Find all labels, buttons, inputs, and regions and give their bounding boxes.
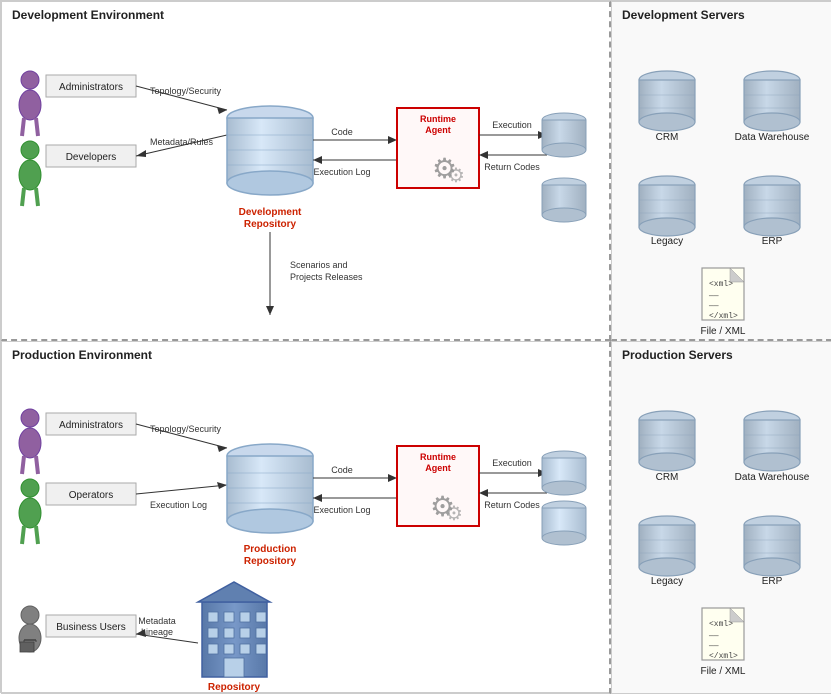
repo-explorer-label-1: Repository bbox=[208, 682, 261, 693]
topology-label: Topology/Security bbox=[150, 86, 222, 96]
prod-env-diagram: Administrators Operators Topology/Securi… bbox=[2, 360, 611, 694]
xml-tag1-prod: <xml> bbox=[709, 620, 733, 629]
prod-execlog-line bbox=[136, 485, 227, 494]
dev-env-diagram: Administrators Developers Topology/Secur… bbox=[2, 20, 611, 341]
briefcase bbox=[20, 642, 34, 652]
scenario-arrow-head bbox=[266, 306, 274, 315]
biz-user-head bbox=[21, 606, 39, 624]
dev-servers-quadrant: Development Servers CRM Data Wa bbox=[611, 1, 831, 341]
crm-label-prod: CRM bbox=[656, 472, 679, 483]
prod-admin-leg2 bbox=[36, 456, 38, 474]
exec-log-arrow-head bbox=[313, 156, 322, 164]
prod-gear-2-icon: ⚙ bbox=[445, 503, 463, 525]
dev-right-db2-bottom bbox=[542, 208, 586, 222]
legacy-label-prod: Legacy bbox=[651, 576, 683, 587]
prod-op-label: Operators bbox=[69, 490, 113, 501]
return-codes-label: Return Codes bbox=[484, 162, 540, 172]
topology-arrow-head bbox=[217, 107, 227, 114]
dev-env-title: Development Environment bbox=[2, 2, 609, 22]
runtime-label-2: Agent bbox=[425, 125, 451, 135]
erp-label-dev: ERP bbox=[762, 236, 783, 247]
metadata-lineage-label-1: Metadata bbox=[138, 616, 176, 626]
dev-repo-label-line1: Development bbox=[239, 207, 302, 218]
prod-op-head bbox=[21, 479, 39, 497]
prod-admin-body bbox=[19, 428, 41, 458]
admin-person-icon bbox=[19, 71, 41, 136]
dev-db-bottom-ellipse bbox=[227, 171, 313, 195]
prod-repo-label-1: Production bbox=[244, 544, 297, 555]
prod-execlog2-label: Execution Log bbox=[313, 505, 370, 515]
prod-execution-label: Execution bbox=[492, 458, 532, 468]
dw-label-dev: Data Warehouse bbox=[735, 132, 810, 143]
xml-tag2-prod: </xml> bbox=[709, 652, 738, 661]
prod-topology-label: Topology/Security bbox=[150, 424, 222, 434]
metadata-lineage-label-2: Lineage bbox=[141, 627, 173, 637]
gear-2-icon: ⚙ bbox=[447, 165, 465, 187]
prod-topology-head bbox=[217, 445, 227, 452]
dev-environment-quadrant: Development Environment bbox=[1, 1, 611, 341]
prod-env-title: Production Environment bbox=[2, 342, 609, 362]
xml-tag2-dev: </xml> bbox=[709, 312, 738, 321]
metadata-label: Metadata/Rules bbox=[150, 137, 214, 147]
xml-line2-dev: —— bbox=[708, 302, 719, 311]
dev-repo-label-line2: Repository bbox=[244, 219, 297, 230]
xml-tag1-dev: <xml> bbox=[709, 280, 733, 289]
dw-label-prod: Data Warehouse bbox=[735, 472, 810, 483]
prod-runtime-label-1: Runtime bbox=[420, 452, 456, 462]
code-label: Code bbox=[331, 127, 353, 137]
file-xml-label-dev: File / XML bbox=[700, 326, 745, 337]
code-arrow-head bbox=[388, 136, 397, 144]
scenario-label-1: Scenarios and bbox=[290, 260, 348, 270]
prod-admin-leg1 bbox=[22, 456, 24, 474]
prod-execlog-head bbox=[217, 482, 227, 489]
metadata-arrow-head bbox=[136, 150, 146, 157]
xml-line1-prod: —— bbox=[708, 632, 719, 641]
prod-op-body bbox=[19, 498, 41, 528]
erp-label-prod: ERP bbox=[762, 576, 783, 587]
prod-admin-head bbox=[21, 409, 39, 427]
legacy-label-dev: Legacy bbox=[651, 236, 683, 247]
xml-line1-dev: —— bbox=[708, 292, 719, 301]
prod-admin-label: Administrators bbox=[59, 420, 123, 431]
file-xml-label-prod: File / XML bbox=[700, 666, 745, 677]
prod-return-head bbox=[479, 489, 488, 497]
execution-label: Execution bbox=[492, 120, 532, 130]
runtime-label-1: Runtime bbox=[420, 114, 456, 124]
biz-users-label: Business Users bbox=[56, 622, 125, 633]
dev-servers-title: Development Servers bbox=[612, 2, 831, 22]
xml-line2-prod: —— bbox=[708, 642, 719, 651]
building-roof bbox=[198, 582, 270, 602]
prod-op-leg2 bbox=[36, 526, 38, 544]
prod-runtime-label-2: Agent bbox=[425, 463, 451, 473]
exec-log-label: Execution Log bbox=[313, 167, 370, 177]
prod-environment-quadrant: Production Environment bbox=[1, 341, 611, 694]
prod-op-leg1 bbox=[22, 526, 24, 544]
prod-execlog2-head bbox=[313, 494, 322, 502]
admin-label: Administrators bbox=[59, 82, 123, 93]
prod-repo-label-2: Repository bbox=[244, 556, 297, 567]
prod-servers-diagram: CRM Data Warehouse Legacy ERP bbox=[612, 360, 831, 694]
prod-code-label: Code bbox=[331, 465, 353, 475]
dev-person-icon bbox=[19, 141, 41, 206]
prod-servers-title: Production Servers bbox=[612, 342, 831, 362]
return-arrow-head bbox=[479, 151, 488, 159]
dev-servers-diagram: CRM Data Warehouse Legacy ERP bbox=[612, 20, 831, 340]
prod-execlog-label: Execution Log bbox=[150, 500, 207, 510]
crm-label-dev: CRM bbox=[656, 132, 679, 143]
prod-servers-quadrant: Production Servers CRM Data War bbox=[611, 341, 831, 694]
prod-return-label: Return Codes bbox=[484, 500, 540, 510]
main-diagram: Development Environment bbox=[0, 0, 831, 693]
prod-db-bottom bbox=[227, 509, 313, 533]
scenario-label-2: Projects Releases bbox=[290, 272, 363, 282]
dev-right-db1-bottom bbox=[542, 143, 586, 157]
dev-label: Developers bbox=[66, 152, 117, 163]
prod-code-head bbox=[388, 474, 397, 482]
